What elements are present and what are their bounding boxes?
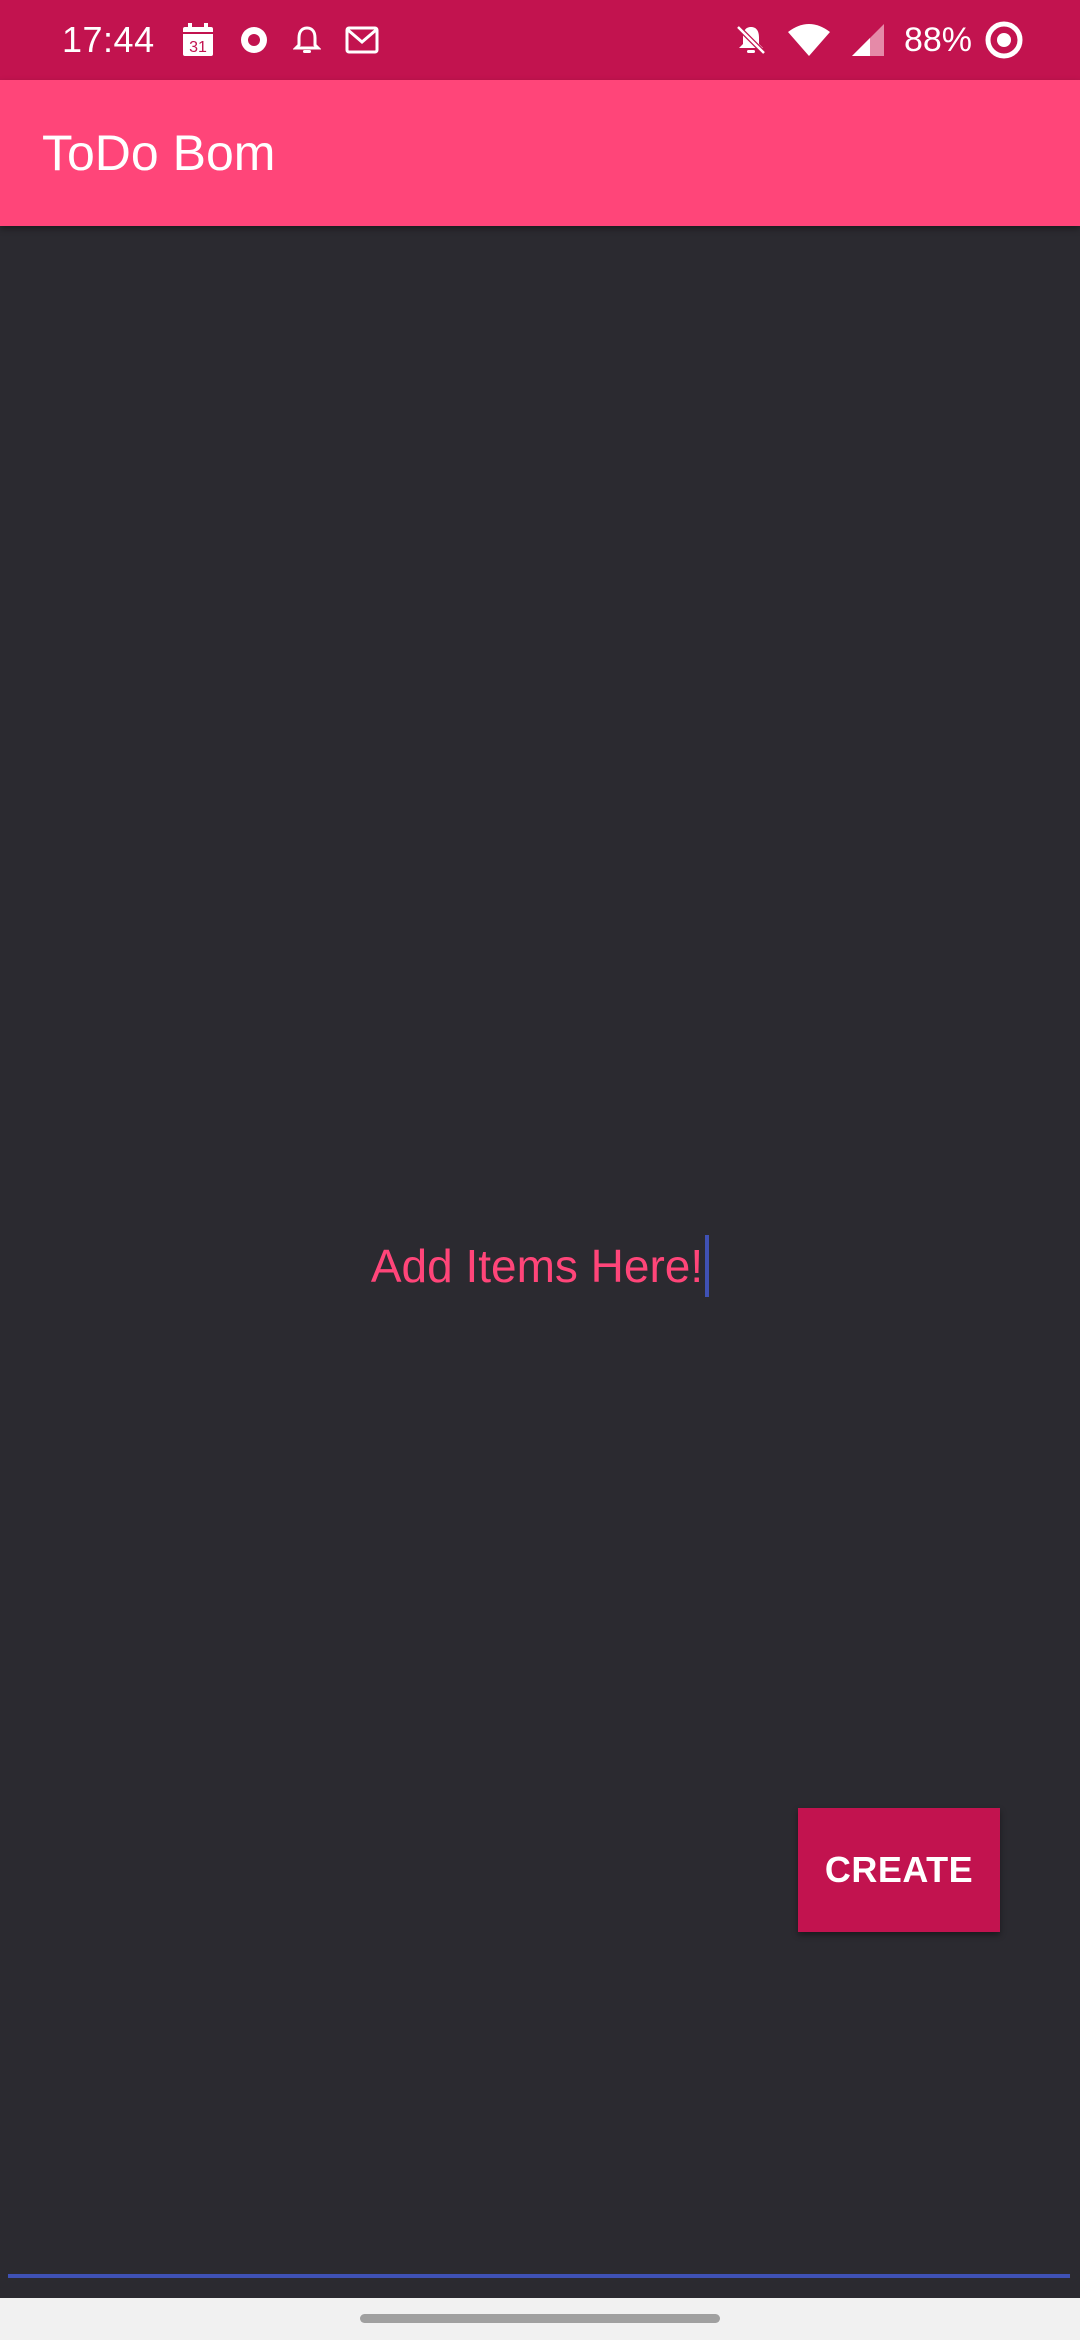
bell-muted-icon	[734, 23, 768, 57]
app-bar: ToDo Bom	[0, 80, 1080, 226]
wifi-icon	[786, 22, 832, 58]
text-cursor	[705, 1235, 710, 1297]
battery-percent: 88%	[903, 20, 972, 59]
calendar-day: 31	[189, 39, 207, 56]
navigation-bar	[0, 2298, 1080, 2340]
bell-icon	[292, 25, 321, 55]
status-time: 17:44	[62, 19, 155, 60]
input-underline	[8, 2274, 1070, 2278]
status-right-group: 88%	[734, 0, 1042, 80]
main-content: Add Items Here!	[0, 226, 1080, 2300]
item-input-field[interactable]: Add Items Here!	[0, 1226, 1080, 1306]
item-input-hint: Add Items Here!	[370, 1240, 704, 1292]
status-bar: 17:44 31 88%	[0, 0, 1080, 80]
record-icon	[239, 25, 269, 55]
cell-signal-icon	[850, 22, 886, 58]
home-gesture-handle[interactable]	[360, 2314, 720, 2323]
battery-ring-icon	[984, 20, 1024, 60]
app-title: ToDo Bom	[42, 125, 276, 181]
calendar-icon: 31	[181, 22, 215, 58]
create-button[interactable]: CREATE	[798, 1808, 1000, 1932]
gmail-icon	[345, 26, 379, 54]
status-left-group: 17:44 31	[62, 0, 403, 80]
